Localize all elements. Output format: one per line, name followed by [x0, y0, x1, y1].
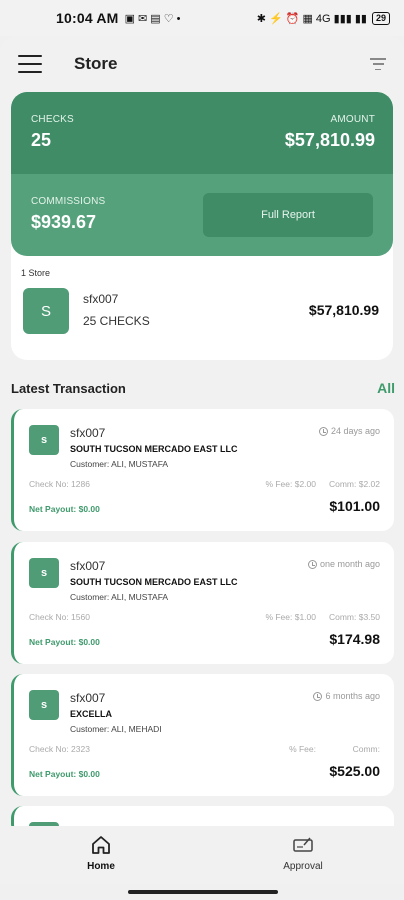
- view-all-link[interactable]: All: [377, 380, 395, 396]
- approval-check-icon: [293, 837, 313, 852]
- transaction-merchant: EXCELLA: [70, 709, 113, 719]
- commission: Comm: $3.50: [328, 612, 380, 622]
- nav-home-label: Home: [87, 861, 115, 872]
- transaction-time-text: 24 days ago: [330, 426, 380, 436]
- store-count: 1 Store: [21, 268, 51, 278]
- transaction-customer: Customer: ALI, MUSTAFA: [70, 592, 169, 602]
- store-summary-card: CHECKS 25 AMOUNT $57,810.99 COMMISSIONS …: [11, 92, 393, 360]
- fee: % Fee: $1.00: [265, 612, 316, 622]
- full-report-button[interactable]: Full Report: [203, 193, 373, 237]
- transaction-time: 24 days ago: [318, 426, 380, 436]
- transaction-store: sfx007: [70, 559, 106, 573]
- commissions-value: $939.67: [31, 212, 97, 232]
- latest-transaction-header: Latest Transaction All: [11, 380, 395, 396]
- transaction-customer: Customer: ALI, MEHADI: [70, 724, 162, 734]
- store-avatar: S: [23, 288, 69, 334]
- check-number: Check No: 2323: [29, 744, 90, 754]
- net-payout: Net Payout: $0.00: [29, 637, 100, 647]
- checks-value: 25: [31, 130, 52, 150]
- check-number: Check No: 1560: [29, 612, 90, 622]
- clock-icon: [313, 691, 323, 701]
- transaction-merchant: SOUTH TUCSON MERCADO EAST LLC: [70, 444, 238, 454]
- amount-label: AMOUNT: [330, 114, 375, 125]
- store-avatar: s: [29, 558, 59, 588]
- app-header: Store: [0, 36, 404, 92]
- commission: Comm:: [352, 744, 380, 754]
- transaction-amount: $525.00: [329, 763, 380, 779]
- store-name: sfx007: [83, 292, 119, 306]
- app-screen: Store CHECKS 25 AMOUNT $57,810.99 COMMIS…: [0, 36, 404, 884]
- check-number: Check No: 1286: [29, 479, 90, 489]
- commissions-label: COMMISSIONS: [31, 196, 106, 207]
- fee: % Fee: $2.00: [265, 479, 316, 489]
- bottom-navigation: Home Approval: [0, 826, 404, 884]
- section-title: Latest Transaction: [11, 380, 126, 396]
- transaction-time: one month ago: [307, 559, 380, 569]
- commission: Comm: $2.02: [328, 479, 380, 489]
- clock-icon: [307, 559, 317, 569]
- transaction-card[interactable]: s sfx007 SOUTH TUCSON MERCADO EAST LLC C…: [11, 409, 394, 531]
- hamburger-menu-icon[interactable]: [18, 55, 42, 73]
- signal-icons: ✱ ⚡ ⏰ ▦ 4G ▮▮▮ ▮▮: [256, 12, 367, 25]
- transaction-card[interactable]: s sfx007 SOUTH TUCSON MERCADO EAST LLC C…: [11, 542, 394, 664]
- fee: % Fee:: [289, 744, 316, 754]
- nav-home[interactable]: Home: [0, 826, 202, 884]
- system-icons: ✱ ⚡ ⏰ ▦ 4G ▮▮▮ ▮▮ 29: [256, 11, 390, 25]
- clock-icon: [318, 426, 328, 436]
- transaction-merchant: SOUTH TUCSON MERCADO EAST LLC: [70, 577, 238, 587]
- page-title: Store: [74, 54, 118, 73]
- filter-icon[interactable]: [370, 58, 386, 70]
- store-checks: 25 CHECKS: [83, 314, 150, 328]
- transaction-amount: $101.00: [329, 498, 380, 514]
- status-time: 10:04 AM: [56, 10, 119, 26]
- transaction-time-text: one month ago: [319, 559, 380, 569]
- transaction-amount: $174.98: [329, 631, 380, 647]
- battery-icon: 29: [371, 11, 390, 25]
- summary-panel: CHECKS 25 AMOUNT $57,810.99 COMMISSIONS …: [11, 92, 393, 256]
- transaction-card[interactable]: s sfx007 EXCELLA Customer: ALI, MEHADI 6…: [11, 674, 394, 796]
- store-amount: $57,810.99: [308, 302, 379, 318]
- net-payout: Net Payout: $0.00: [29, 769, 100, 779]
- home-icon: [92, 836, 110, 854]
- transaction-time: 6 months ago: [313, 691, 380, 701]
- store-avatar: s: [29, 690, 59, 720]
- nav-approval[interactable]: Approval: [202, 826, 404, 884]
- transaction-time-text: 6 months ago: [325, 691, 380, 701]
- nav-approval-label: Approval: [283, 861, 323, 872]
- notification-icons: ▣ ✉ ▤ ♡ •: [124, 12, 181, 25]
- store-avatar: s: [29, 425, 59, 455]
- transaction-store: sfx007: [70, 691, 106, 705]
- amount-value: $57,810.99: [284, 130, 375, 150]
- checks-label: CHECKS: [31, 114, 74, 125]
- transaction-store: sfx007: [70, 426, 106, 440]
- store-row[interactable]: S sfx007 25 CHECKS $57,810.99: [11, 288, 393, 340]
- gesture-bar: [128, 890, 278, 894]
- transaction-customer: Customer: ALI, MUSTAFA: [70, 459, 169, 469]
- net-payout: Net Payout: $0.00: [29, 504, 100, 514]
- status-bar: 10:04 AM ▣ ✉ ▤ ♡ • ✱ ⚡ ⏰ ▦ 4G ▮▮▮ ▮▮ 29: [0, 0, 404, 36]
